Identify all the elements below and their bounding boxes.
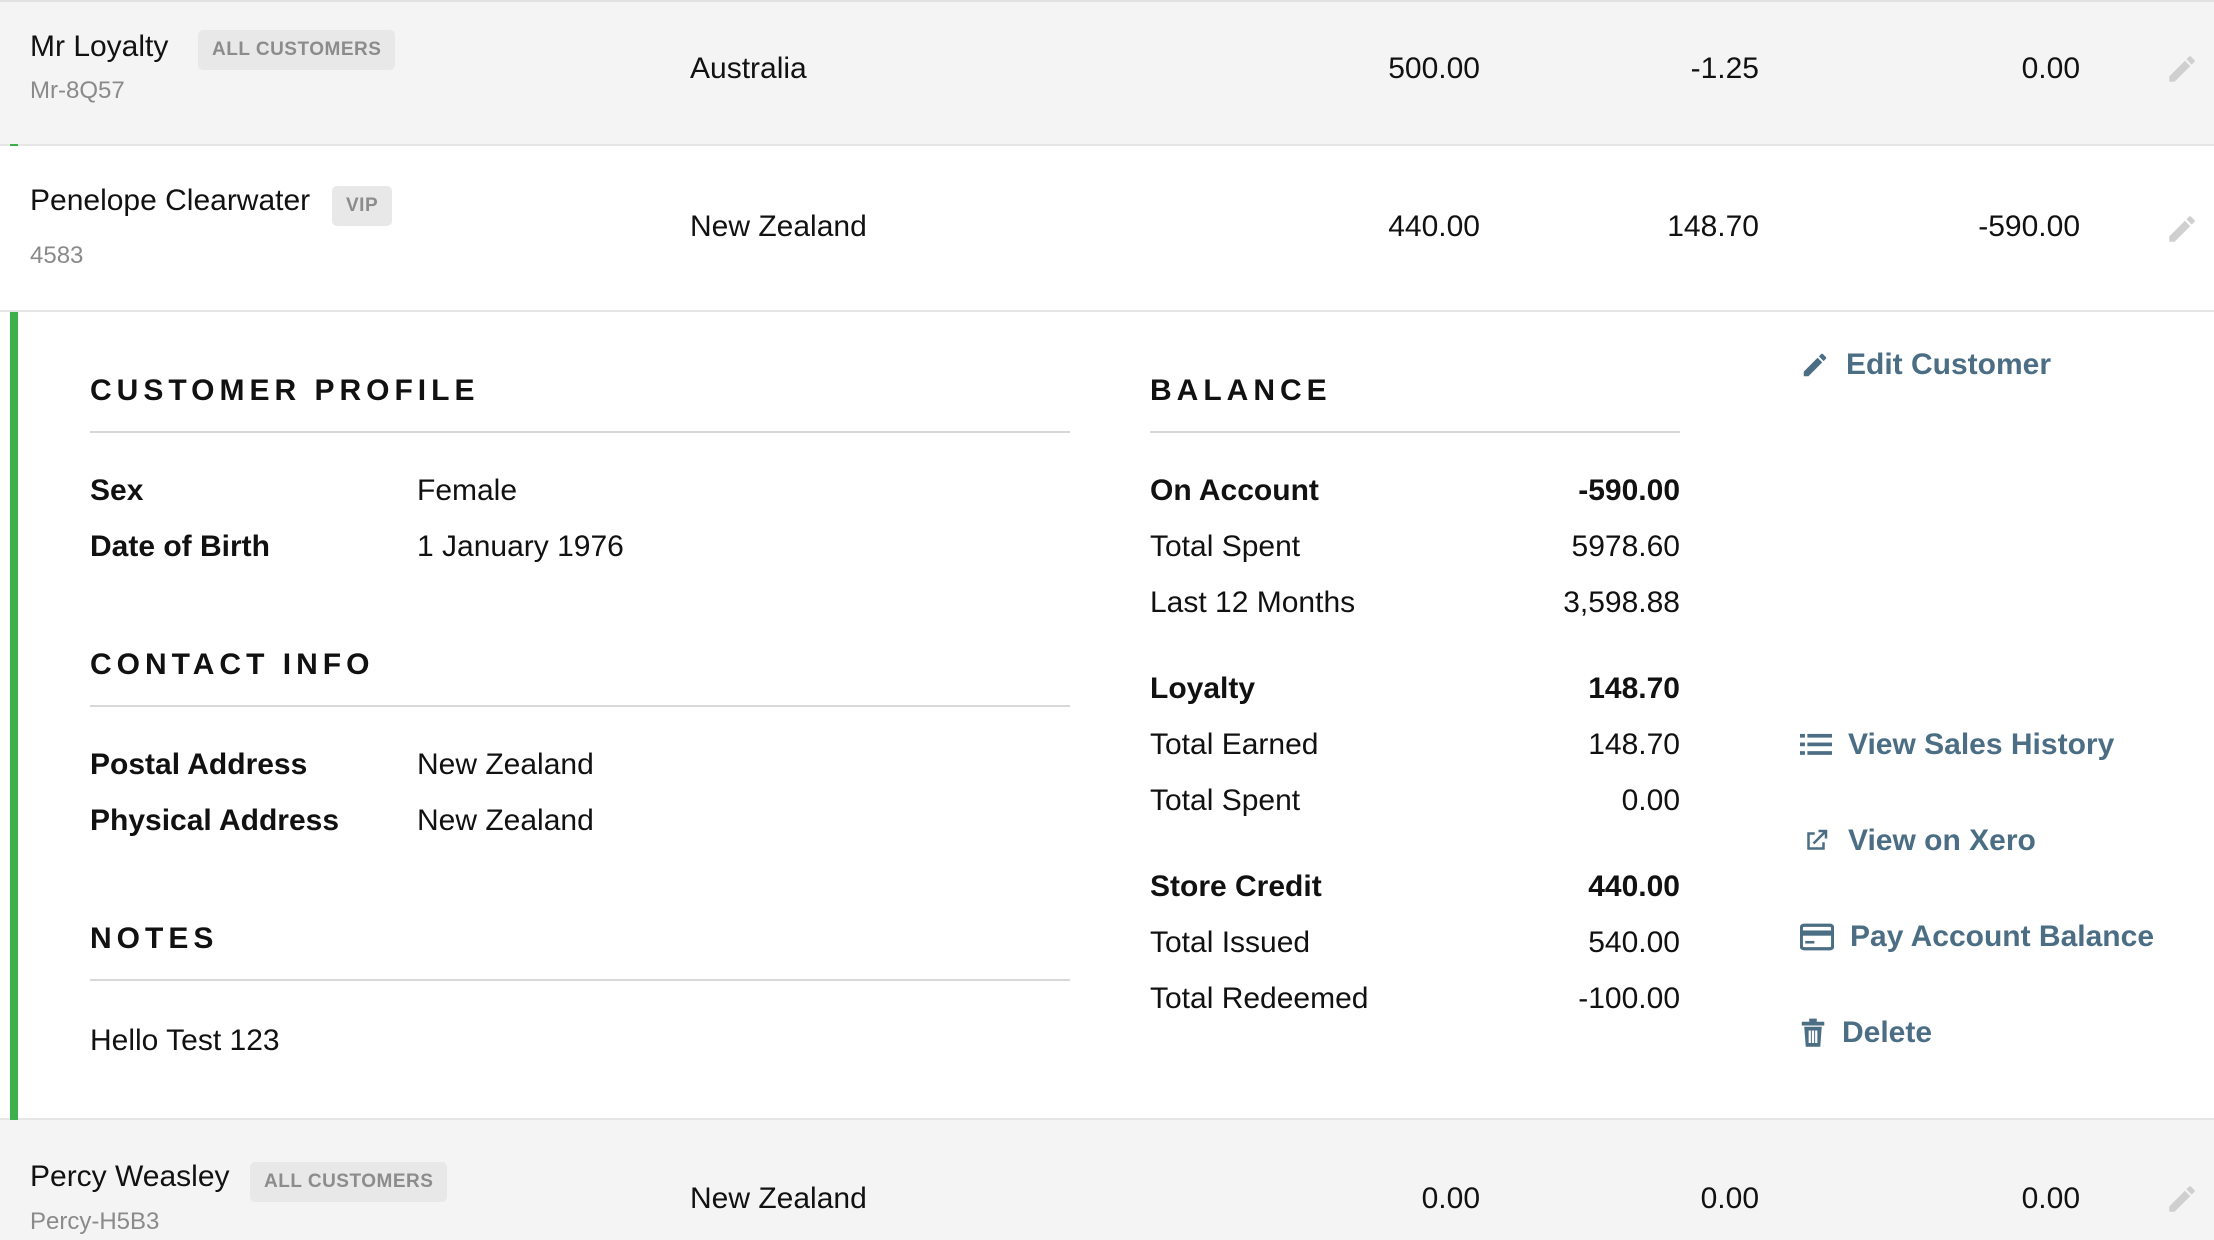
delete-label: Delete bbox=[1842, 1016, 1933, 1049]
loyalty-spent-value: 0.00 bbox=[1621, 784, 1680, 817]
customer-country: New Zealand bbox=[690, 210, 867, 243]
physical-address-label: Physical Address bbox=[90, 804, 340, 837]
last-12-months-value: 3,598.88 bbox=[1563, 586, 1680, 619]
store-credit-value: 0.00 bbox=[1421, 1182, 1480, 1215]
store-credit-label: Store Credit bbox=[1150, 870, 1322, 903]
customer-name[interactable]: Mr Loyalty bbox=[30, 30, 168, 64]
loyalty-spent-label: Total Spent bbox=[1150, 784, 1301, 817]
customer-row-header[interactable]: Penelope Clearwater VIP 4583 New Zealand… bbox=[0, 146, 2214, 312]
pencil-icon[interactable] bbox=[2165, 212, 2199, 246]
pay-account-balance-label: Pay Account Balance bbox=[1850, 920, 2154, 953]
on-account-label: On Account bbox=[1150, 474, 1319, 507]
edit-customer-label: Edit Customer bbox=[1846, 348, 2052, 381]
customer-country: New Zealand bbox=[690, 1182, 867, 1215]
customer-code: Mr-8Q57 bbox=[30, 77, 125, 104]
total-earned-label: Total Earned bbox=[1150, 728, 1319, 761]
list-icon bbox=[1800, 733, 1832, 755]
pay-account-balance-button[interactable]: Pay Account Balance bbox=[1800, 920, 2154, 954]
loyalty-label: Loyalty bbox=[1150, 672, 1256, 705]
view-on-xero-label: View on Xero bbox=[1848, 824, 2036, 857]
pencil-icon bbox=[1803, 353, 1827, 377]
physical-address-value: New Zealand bbox=[417, 804, 594, 837]
customer-group-badge: ALL CUSTOMERS bbox=[250, 1162, 448, 1202]
on-account-total: -590.00 bbox=[1578, 474, 1680, 507]
on-account-value: -590.00 bbox=[1978, 210, 2080, 243]
trash-icon bbox=[1801, 1018, 1825, 1047]
external-link-icon bbox=[1807, 829, 1828, 850]
divider bbox=[90, 979, 1070, 981]
total-issued-value: 540.00 bbox=[1588, 926, 1680, 959]
customer-name[interactable]: Penelope Clearwater bbox=[30, 184, 310, 218]
customer-profile-heading: CUSTOMER PROFILE bbox=[90, 374, 480, 407]
customer-code: Percy-H5B3 bbox=[30, 1208, 160, 1235]
sex-label: Sex bbox=[90, 474, 144, 507]
on-account-value: 0.00 bbox=[2021, 52, 2080, 85]
divider bbox=[90, 705, 1070, 707]
total-spent-value: 5978.60 bbox=[1571, 530, 1680, 563]
contact-info-heading: CONTACT INFO bbox=[90, 648, 375, 681]
total-issued-label: Total Issued bbox=[1150, 926, 1311, 959]
view-sales-history-label: View Sales History bbox=[1848, 728, 2115, 761]
store-credit-value: 440.00 bbox=[1388, 210, 1480, 243]
loyalty-total: 148.70 bbox=[1588, 672, 1680, 705]
pencil-icon[interactable] bbox=[2165, 1182, 2199, 1216]
loyalty-value: 0.00 bbox=[1700, 1182, 1759, 1215]
credit-card-icon bbox=[1800, 923, 1834, 951]
balance-table: On Account -590.00 Total Spent 5978.60 L… bbox=[1150, 312, 1680, 1118]
store-credit-value: 500.00 bbox=[1388, 52, 1480, 85]
dob-value: 1 January 1976 bbox=[417, 530, 624, 563]
loyalty-value: 148.70 bbox=[1667, 210, 1759, 243]
total-redeemed-value: -100.00 bbox=[1578, 982, 1680, 1015]
postal-address-value: New Zealand bbox=[417, 748, 594, 781]
view-on-xero-button[interactable]: View on Xero bbox=[1800, 824, 2036, 858]
notes-heading: NOTES bbox=[90, 922, 219, 955]
divider bbox=[90, 431, 1070, 433]
customer-name[interactable]: Percy Weasley bbox=[30, 1160, 230, 1194]
total-spent-label: Total Spent bbox=[1150, 530, 1301, 563]
pencil-icon[interactable] bbox=[2165, 52, 2199, 86]
customer-group-badge: ALL CUSTOMERS bbox=[198, 30, 396, 70]
store-credit-total: 440.00 bbox=[1588, 870, 1680, 903]
delete-button[interactable]: Delete bbox=[1800, 1016, 1932, 1050]
edit-customer-button[interactable]: Edit Customer bbox=[1800, 348, 2051, 382]
on-account-value: 0.00 bbox=[2021, 1182, 2080, 1215]
customer-row[interactable]: Mr Loyalty ALL CUSTOMERS Mr-8Q57 Austral… bbox=[0, 0, 2214, 146]
total-redeemed-label: Total Redeemed bbox=[1150, 982, 1369, 1015]
customer-country: Australia bbox=[690, 52, 807, 85]
customer-detail-panel: CUSTOMER PROFILE Sex Female Date of Birt… bbox=[18, 312, 2214, 1118]
sex-value: Female bbox=[417, 474, 518, 507]
view-sales-history-button[interactable]: View Sales History bbox=[1800, 728, 2114, 762]
customer-group-badge: VIP bbox=[332, 186, 393, 226]
total-earned-value: 148.70 bbox=[1588, 728, 1680, 761]
customer-row[interactable]: Percy Weasley ALL CUSTOMERS Percy-H5B3 N… bbox=[0, 1120, 2214, 1240]
dob-label: Date of Birth bbox=[90, 530, 270, 563]
customer-code: 4583 bbox=[30, 242, 84, 269]
postal-address-label: Postal Address bbox=[90, 748, 308, 781]
notes-text: Hello Test 123 bbox=[90, 1024, 280, 1057]
last-12-months-label: Last 12 Months bbox=[1150, 586, 1356, 619]
loyalty-value: -1.25 bbox=[1690, 52, 1759, 85]
